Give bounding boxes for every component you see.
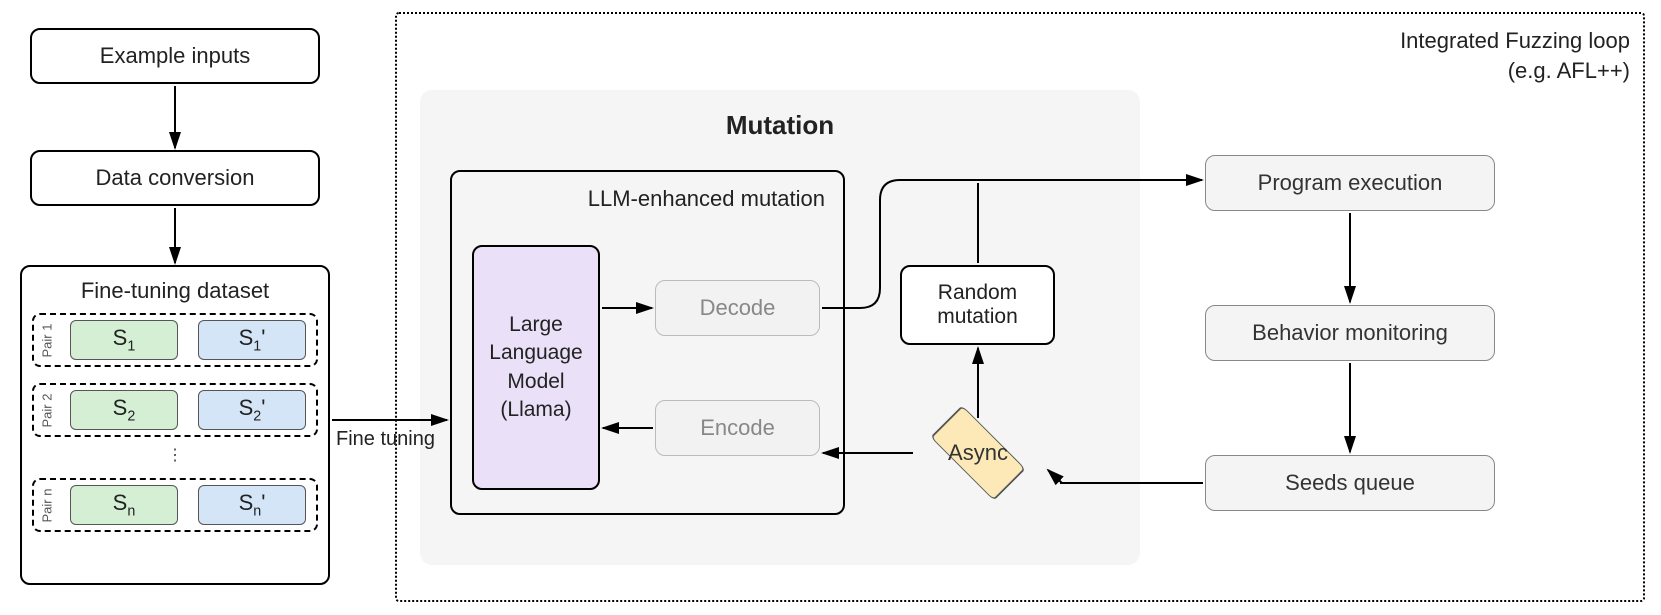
seed-sn: Sn <box>70 485 178 525</box>
example-inputs-box: Example inputs <box>30 28 320 84</box>
decode-label: Decode <box>700 295 776 321</box>
seed-snp: Sn' <box>198 485 306 525</box>
pair-dots: ⋮ <box>165 445 185 465</box>
example-inputs-label: Example inputs <box>100 43 250 69</box>
seed-sn-text: Sn <box>113 490 136 519</box>
fuzzing-loop-title-2: (e.g. AFL++) <box>1000 58 1630 84</box>
encode-label: Encode <box>700 415 775 441</box>
seed-s2p-text: S2' <box>239 395 266 424</box>
fine-tuning-edge-label: Fine tuning <box>336 428 435 451</box>
seed-s2: S2 <box>70 390 178 430</box>
seed-s1: S1 <box>70 320 178 360</box>
seeds-queue-box: Seeds queue <box>1205 455 1495 511</box>
finetune-dataset-title: Fine-tuning dataset <box>20 278 330 304</box>
program-execution-box: Program execution <box>1205 155 1495 211</box>
random-mutation-label: Random mutation <box>902 281 1053 329</box>
fuzzing-loop-title-1: Integrated Fuzzing loop <box>1000 28 1630 54</box>
pair-n-label: Pair n <box>39 489 54 523</box>
seed-s1p-text: S1' <box>239 325 266 354</box>
behavior-monitoring-label: Behavior monitoring <box>1252 320 1448 346</box>
seed-s1-text: S1 <box>113 325 136 354</box>
seed-s2p: S2' <box>198 390 306 430</box>
seeds-queue-label: Seeds queue <box>1285 470 1415 496</box>
seed-s1p: S1' <box>198 320 306 360</box>
behavior-monitoring-box: Behavior monitoring <box>1205 305 1495 361</box>
async-label: Async <box>908 440 1048 466</box>
decode-box: Decode <box>655 280 820 336</box>
pair-1-label: Pair 1 <box>39 324 54 358</box>
pair-2-label: Pair 2 <box>39 394 54 428</box>
llm-box-label: Large Language Model (Llama) <box>474 311 598 424</box>
llm-box: Large Language Model (Llama) <box>472 245 600 490</box>
data-conversion-label: Data conversion <box>96 165 255 191</box>
seed-snp-text: Sn' <box>239 490 266 519</box>
mutation-title: Mutation <box>420 110 1140 141</box>
data-conversion-box: Data conversion <box>30 150 320 206</box>
random-mutation-box: Random mutation <box>900 265 1055 345</box>
program-execution-label: Program execution <box>1258 170 1443 196</box>
llm-enhanced-title: LLM-enhanced mutation <box>500 186 825 212</box>
seed-s2-text: S2 <box>113 395 136 424</box>
encode-box: Encode <box>655 400 820 456</box>
